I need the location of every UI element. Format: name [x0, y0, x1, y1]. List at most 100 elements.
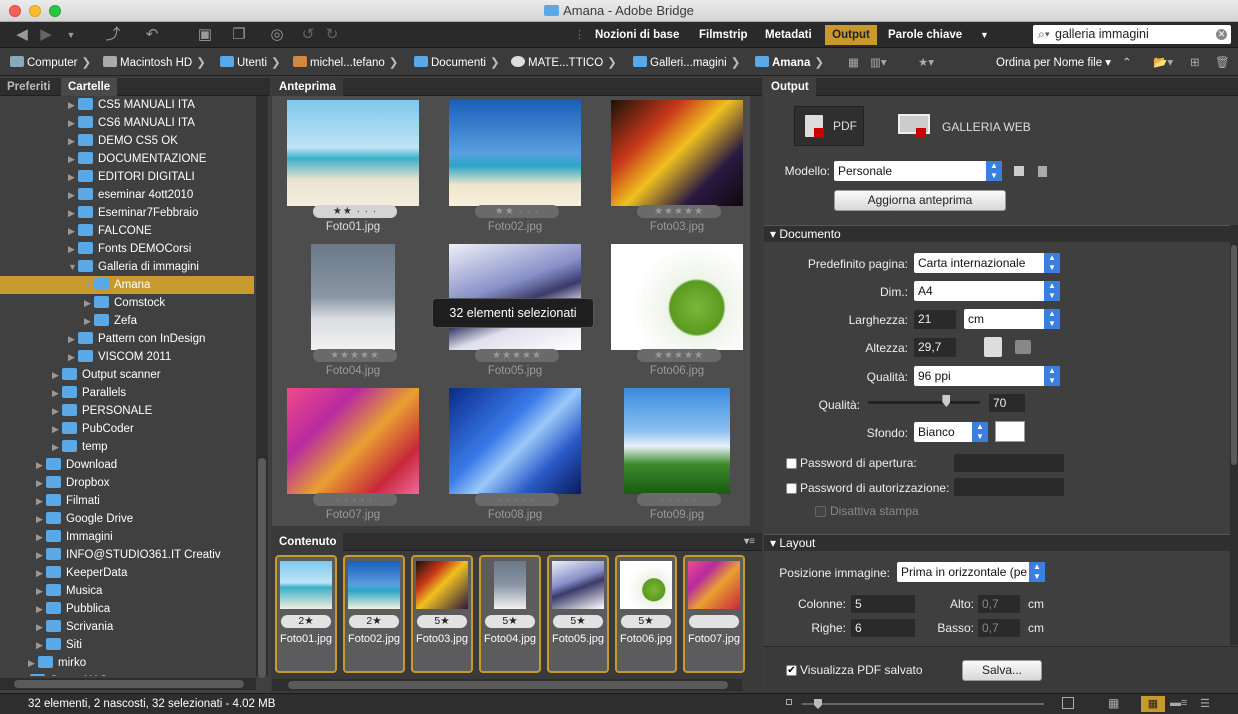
qualita-input[interactable]: 70 [989, 394, 1025, 412]
layout-section-header[interactable]: ▾ Layout [764, 534, 1230, 551]
folder-tree-item[interactable]: ▶ CS5 MANUALI ITA [0, 96, 254, 114]
folder-tree-item[interactable]: ▶ Immagini [0, 528, 254, 546]
save-template-icon[interactable] [1014, 166, 1024, 176]
rating-filter-icon[interactable]: ★▾ [918, 55, 934, 69]
folder-tree-item[interactable]: ▶ Eseminar7Febbraio [0, 204, 254, 222]
preview-thumbnail[interactable]: · · · · · Foto08.jpg [435, 386, 595, 526]
collapsed-triangle-icon[interactable]: ▶ [52, 366, 62, 384]
content-rating[interactable]: 2★ [349, 615, 399, 628]
folder-tree-item[interactable]: ▶ INFO@STUDIO361.IT Creativ [0, 546, 254, 564]
dim-select[interactable]: A4 ▲ ▼ [914, 281, 1060, 301]
breadcrumb-materiale[interactable]: MATE...TTICO ❯ [511, 55, 617, 69]
folder-tree-item[interactable]: ▶ KeeperData [0, 564, 254, 582]
collapsed-triangle-icon[interactable]: ▶ [36, 456, 46, 474]
collapsed-triangle-icon[interactable]: ▶ [52, 438, 62, 456]
collapsed-triangle-icon[interactable]: ▶ [68, 168, 78, 186]
visualizza-pdf-checkbox[interactable]: ✔ [786, 665, 797, 676]
qualita-slider-track[interactable] [868, 401, 980, 404]
view-details-icon[interactable]: ▬≡ [1170, 697, 1190, 711]
folder-tree-item[interactable]: ▶ eseminar 4ott2010 [0, 186, 254, 204]
collapsed-triangle-icon[interactable]: ▶ [52, 420, 62, 438]
lock-grid-icon[interactable]: ▦ [1108, 697, 1124, 710]
collapsed-triangle-icon[interactable]: ▶ [68, 96, 78, 114]
folder-tree-item[interactable]: ▶ CS6 MANUALI ITA [0, 114, 254, 132]
collapsed-triangle-icon[interactable]: ▶ [36, 474, 46, 492]
return-to-photoshop-icon[interactable]: ↶ [142, 26, 162, 44]
content-item[interactable]: Foto07.jpg [683, 555, 745, 673]
view-list-icon[interactable]: ☰ [1200, 697, 1220, 711]
folder-tree-item[interactable]: ▶ mirko [0, 654, 254, 672]
rotate-right-icon[interactable]: ↻ [324, 26, 340, 44]
collapsed-triangle-icon[interactable]: ▶ [68, 330, 78, 348]
folder-tree-item[interactable]: ▶ EDITORI DIGITALI [0, 168, 254, 186]
delete-template-icon[interactable] [1038, 166, 1047, 177]
workspace-more-dropdown[interactable]: ▼ [975, 25, 994, 45]
tree-vertical-scrollbar[interactable] [256, 96, 268, 678]
output-scrollbar[interactable] [1230, 225, 1238, 645]
collapsed-triangle-icon[interactable]: ▶ [36, 528, 46, 546]
preview-thumbnail[interactable]: ★★★★★ Foto06.jpg [597, 242, 757, 385]
thumbnail-quality-icon[interactable]: ▦ [848, 55, 859, 69]
web-gallery-button[interactable]: GALLERIA WEB [894, 106, 1034, 146]
refine-icon[interactable]: ❐ [225, 26, 253, 44]
folder-tree-item[interactable]: ▶ Zefa [0, 312, 254, 330]
workspace-filmstrip[interactable]: Filmstrip [694, 25, 753, 45]
altezza-input[interactable]: 29,7 [914, 338, 956, 357]
content-rating[interactable] [689, 615, 739, 628]
folder-tree-item[interactable]: ▶ Dropbox [0, 474, 254, 492]
breadcrumb-galleria[interactable]: Galleri...magini ❯ [633, 55, 740, 69]
content-rating[interactable]: 2★ [281, 615, 331, 628]
disattiva-stampa-checkbox[interactable] [815, 506, 826, 517]
pdf-button[interactable]: PDF [794, 106, 864, 146]
collapsed-triangle-icon[interactable]: ▶ [36, 600, 46, 618]
breadcrumb-utenti[interactable]: Utenti ❯ [220, 55, 281, 69]
content-item[interactable]: 5★ Foto06.jpg [615, 555, 677, 673]
qualita-slider-handle[interactable] [942, 395, 951, 407]
scrollbar-thumb[interactable] [258, 458, 266, 678]
trash-icon[interactable]: 🗑 [1215, 55, 1230, 69]
collapsed-triangle-icon[interactable]: ▶ [68, 348, 78, 366]
folder-tree-item[interactable]: ▶ ServerNAS [0, 672, 254, 676]
content-item[interactable]: 2★ Foto01.jpg [275, 555, 337, 673]
thumbnail-size-handle[interactable] [814, 699, 822, 709]
rating-stars[interactable]: ★★ · · · [475, 205, 559, 218]
folder-tree-item[interactable]: ▶ temp [0, 438, 254, 456]
workspace-output[interactable]: Output [825, 25, 877, 45]
documento-section-header[interactable]: ▾ Documento [764, 225, 1230, 242]
collapsed-triangle-icon[interactable]: ▶ [20, 672, 30, 676]
new-folder-icon[interactable]: ⊞ [1190, 55, 1200, 69]
colonne-input[interactable]: 5 [851, 595, 915, 613]
folder-tree-item[interactable]: ▶ DOCUMENTAZIONE [0, 150, 254, 168]
content-item[interactable]: 5★ Foto03.jpg [411, 555, 473, 673]
preview-scrollbar[interactable] [750, 96, 762, 526]
view-thumbnails-icon[interactable]: ▦ [1141, 696, 1165, 712]
tab-output[interactable]: Output [764, 78, 816, 96]
open-recent-folder-icon[interactable]: 📂▾ [1153, 55, 1173, 69]
collapsed-triangle-icon[interactable]: ▶ [36, 618, 46, 636]
rating-stars[interactable]: · · · · · [475, 493, 559, 506]
thumbnail-quality-dropdown-icon[interactable]: ▥▾ [870, 55, 887, 69]
folder-tree-item[interactable]: ▶ Pattern con InDesign [0, 330, 254, 348]
collapsed-triangle-icon[interactable]: ▶ [68, 240, 78, 258]
landscape-orientation-icon[interactable] [1015, 340, 1031, 354]
scrollbar-thumb[interactable] [14, 680, 244, 688]
folder-tree-item[interactable]: ▼ Galleria di immagini [0, 258, 254, 276]
content-horizontal-scrollbar[interactable] [272, 679, 742, 691]
sort-dropdown[interactable]: Ordina per Nome file ▾ [996, 55, 1111, 69]
folder-tree-item[interactable]: ▶ Siti [0, 636, 254, 654]
sfondo-select[interactable]: Bianco ▲ ▼ [914, 422, 988, 442]
rating-stars[interactable]: · · · · · [313, 493, 397, 506]
folder-tree-item[interactable]: ▶ Download [0, 456, 254, 474]
rating-stars[interactable]: ★★★★★ [475, 349, 559, 362]
preview-thumbnail[interactable]: ★★★★★ Foto04.jpg [273, 242, 433, 385]
workspace-metadati[interactable]: Metadati [760, 25, 817, 45]
collapsed-triangle-icon[interactable]: ▶ [68, 204, 78, 222]
folder-tree-item[interactable]: ▶ PERSONALE [0, 402, 254, 420]
breadcrumb-amana[interactable]: Amana ❯ [755, 55, 824, 69]
password-apertura-checkbox[interactable] [786, 458, 797, 469]
scrollbar-thumb[interactable] [1231, 245, 1237, 465]
preview-thumbnail[interactable]: · · · · · Foto07.jpg [273, 386, 433, 526]
go-to-parent-icon[interactable]: ⤴ [100, 26, 126, 44]
expanded-triangle-icon[interactable]: ▼ [84, 276, 94, 294]
folder-tree-item[interactable]: ▶ Musica [0, 582, 254, 600]
